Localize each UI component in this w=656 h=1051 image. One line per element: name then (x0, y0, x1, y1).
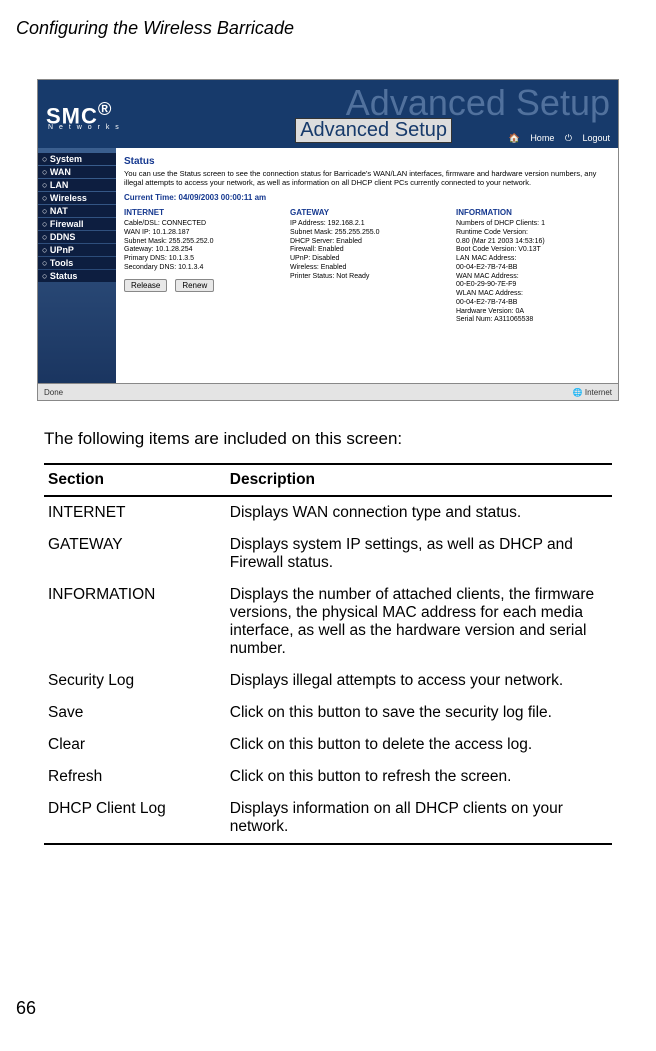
status-line: Boot Code Version: V0.13T (456, 246, 610, 255)
cell-description: Click on this button to delete the acces… (226, 729, 612, 761)
table-row: RefreshClick on this button to refresh t… (44, 761, 612, 793)
renew-button[interactable]: Renew (175, 279, 214, 292)
home-icon[interactable]: 🏠 Home (509, 133, 555, 143)
cell-section: Refresh (44, 761, 226, 793)
banner: SMC® N e t w o r k s Advanced Setup Adva… (38, 80, 618, 148)
table-row: Security LogDisplays illegal attempts to… (44, 665, 612, 697)
panel-description: You can use the Status screen to see the… (124, 169, 610, 187)
cell-section: INTERNET (44, 496, 226, 529)
status-line: WAN IP: 10.1.28.187 (124, 229, 278, 238)
status-line: Subnet Mask: 255.255.252.0 (124, 238, 278, 247)
intro-paragraph: The following items are included on this… (44, 429, 612, 449)
top-nav: 🏠 Home ⏻ Logout (501, 133, 610, 144)
sidebar: ○ System○ WAN○ LAN○ Wireless○ NAT○ Firew… (38, 148, 116, 384)
sidebar-item-ddns[interactable]: ○ DDNS (38, 231, 116, 243)
sidebar-item-system[interactable]: ○ System (38, 153, 116, 165)
status-line: Runtime Code Version: (456, 229, 610, 238)
status-line: 00-04-E2-7B-74-BB (456, 264, 610, 273)
cell-description: Displays WAN connection type and status. (226, 496, 612, 529)
router-status-screenshot: SMC® N e t w o r k s Advanced Setup Adva… (37, 79, 619, 401)
sidebar-item-wireless[interactable]: ○ Wireless (38, 192, 116, 204)
status-line: UPnP: Disabled (290, 255, 444, 264)
table-row: SaveClick on this button to save the sec… (44, 697, 612, 729)
status-line: Printer Status: Not Ready (290, 273, 444, 282)
status-line: 00-04-E2-7B-74-BB (456, 299, 610, 308)
definitions-table: Section Description INTERNETDisplays WAN… (44, 463, 612, 845)
status-line: Serial Num: A311065538 (456, 316, 610, 325)
status-line: LAN MAC Address: (456, 255, 610, 264)
cell-section: Clear (44, 729, 226, 761)
status-zone: 🌐 Internet (573, 388, 612, 397)
panel-title: Status (124, 156, 610, 167)
release-button[interactable]: Release (124, 279, 167, 292)
cell-description: Click on this button to save the securit… (226, 697, 612, 729)
th-description: Description (226, 464, 612, 496)
col-internet: INTERNET Cable/DSL: CONNECTEDWAN IP: 10.… (124, 208, 278, 325)
status-line: 00-E0-29-90-7E-F9 (456, 281, 610, 290)
page-number: 66 (16, 998, 36, 1019)
cell-description: Displays the number of attached clients,… (226, 579, 612, 665)
status-line: DHCP Server: Enabled (290, 238, 444, 247)
sidebar-item-tools[interactable]: ○ Tools (38, 257, 116, 269)
status-line: WLAN MAC Address: (456, 290, 610, 299)
status-line: Hardware Version: 0A (456, 308, 610, 317)
table-row: DHCP Client LogDisplays information on a… (44, 793, 612, 844)
cell-description: Click on this button to refresh the scre… (226, 761, 612, 793)
status-done: Done (44, 388, 63, 397)
status-line: Primary DNS: 10.1.3.5 (124, 255, 278, 264)
th-section: Section (44, 464, 226, 496)
status-line: Secondary DNS: 10.1.3.4 (124, 264, 278, 273)
cell-section: INFORMATION (44, 579, 226, 665)
table-row: GATEWAYDisplays system IP settings, as w… (44, 529, 612, 579)
status-panel: Status You can use the Status screen to … (116, 148, 618, 384)
table-row: ClearClick on this button to delete the … (44, 729, 612, 761)
cell-section: GATEWAY (44, 529, 226, 579)
status-line: Subnet Mask: 255.255.255.0 (290, 229, 444, 238)
cell-description: Displays information on all DHCP clients… (226, 793, 612, 844)
table-row: INFORMATIONDisplays the number of attach… (44, 579, 612, 665)
status-line: Numbers of DHCP Clients: 1 (456, 220, 610, 229)
col-information-head: INFORMATION (456, 208, 610, 218)
cell-section: Security Log (44, 665, 226, 697)
page-header: Configuring the Wireless Barricade (0, 0, 656, 39)
col-gateway-head: GATEWAY (290, 208, 444, 218)
sidebar-item-nat[interactable]: ○ NAT (38, 205, 116, 217)
watermark-label: Advanced Setup (295, 118, 452, 143)
sidebar-item-status[interactable]: ○ Status (38, 270, 116, 282)
sidebar-item-wan[interactable]: ○ WAN (38, 166, 116, 178)
cell-section: Save (44, 697, 226, 729)
status-line: Wireless: Enabled (290, 264, 444, 273)
table-row: INTERNETDisplays WAN connection type and… (44, 496, 612, 529)
current-time: Current Time: 04/09/2003 00:00:11 am (124, 193, 610, 202)
status-line: 0.80 (Mar 21 2003 14:53:16) (456, 238, 610, 247)
logout-icon[interactable]: ⏻ Logout (565, 133, 610, 143)
status-line: Cable/DSL: CONNECTED (124, 220, 278, 229)
col-information: INFORMATION Numbers of DHCP Clients: 1Ru… (456, 208, 610, 325)
sidebar-item-firewall[interactable]: ○ Firewall (38, 218, 116, 230)
cell-description: Displays illegal attempts to access your… (226, 665, 612, 697)
browser-status-bar: Done 🌐 Internet (38, 383, 618, 400)
cell-description: Displays system IP settings, as well as … (226, 529, 612, 579)
sidebar-item-upnp[interactable]: ○ UPnP (38, 244, 116, 256)
status-line: IP Address: 192.168.2.1 (290, 220, 444, 229)
status-line: Firewall: Enabled (290, 246, 444, 255)
col-gateway: GATEWAY IP Address: 192.168.2.1Subnet Ma… (290, 208, 444, 325)
brand-subtext: N e t w o r k s (48, 124, 121, 131)
status-line: WAN MAC Address: (456, 273, 610, 282)
status-line: Gateway: 10.1.28.254 (124, 246, 278, 255)
col-internet-head: INTERNET (124, 208, 278, 218)
cell-section: DHCP Client Log (44, 793, 226, 844)
sidebar-item-lan[interactable]: ○ LAN (38, 179, 116, 191)
